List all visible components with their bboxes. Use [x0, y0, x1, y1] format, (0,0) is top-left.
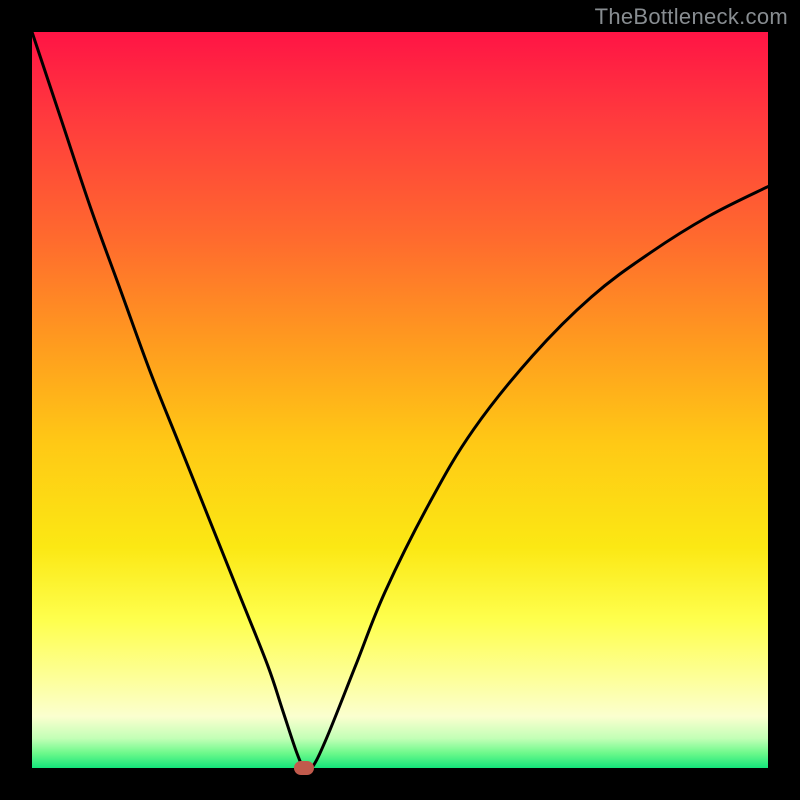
bottleneck-curve — [32, 32, 768, 768]
optimum-marker — [294, 761, 314, 775]
curve-path — [32, 32, 768, 771]
chart-frame: TheBottleneck.com — [0, 0, 800, 800]
plot-area — [32, 32, 768, 768]
watermark-text: TheBottleneck.com — [595, 4, 788, 30]
